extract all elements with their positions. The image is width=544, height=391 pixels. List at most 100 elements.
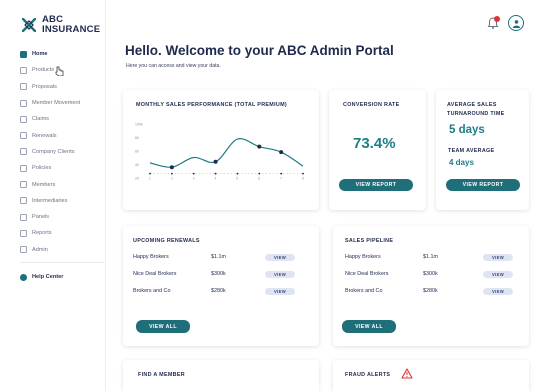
sidebar-item-label: Proposals xyxy=(32,83,57,90)
sidebar-item-label: Products xyxy=(32,67,55,74)
document-icon xyxy=(20,83,27,91)
sidebar-item-members[interactable]: Members xyxy=(20,176,104,192)
notification-dot xyxy=(494,16,500,22)
sidebar-item-label: Renewals xyxy=(32,132,57,139)
row-view-button[interactable]: VIEW xyxy=(265,271,295,278)
x-tick-label: 1 xyxy=(149,177,151,181)
home-icon xyxy=(20,50,27,58)
turnaround-view-report-button[interactable]: VIEW REPORT xyxy=(446,179,520,191)
hand-cursor-icon xyxy=(55,66,64,76)
page-title: Hello. Welcome to your ABC Admin Portal xyxy=(125,43,394,58)
row-view-button[interactable]: VIEW xyxy=(265,288,295,295)
table-row: Brokers and Co $280k VIEW xyxy=(333,286,529,298)
user-avatar-icon[interactable] xyxy=(508,15,524,31)
row-name: Brokers and Co xyxy=(133,288,171,294)
pipeline-card-title: SALES PIPELINE xyxy=(345,238,394,244)
x-tick-label: 2 xyxy=(171,177,173,181)
baseline-point xyxy=(258,172,261,175)
app-window: ABC INSURANCE Home Products Proposals Membe… xyxy=(0,0,544,391)
network-icon xyxy=(20,197,27,205)
row-name: Nice Deal Brokers xyxy=(133,271,177,277)
row-view-button[interactable]: VIEW xyxy=(483,288,513,295)
sidebar-item-panels[interactable]: Panels xyxy=(20,209,104,225)
row-view-button[interactable]: VIEW xyxy=(265,254,295,261)
turnaround-card-title-line2: TURNAROUND TIME xyxy=(447,111,505,117)
baseline-point xyxy=(214,172,217,175)
row-view-button[interactable]: VIEW xyxy=(483,271,513,278)
admin-icon xyxy=(20,246,27,254)
refresh-icon xyxy=(20,132,27,140)
row-name: Nice Deal Brokers xyxy=(345,271,389,277)
report-icon xyxy=(20,229,27,237)
sidebar-item-policies[interactable]: Policies xyxy=(20,160,104,176)
sidebar-item-label: Policies xyxy=(32,165,52,172)
x-tick-label: 4 xyxy=(215,177,217,181)
sidebar-divider xyxy=(20,261,104,263)
conversion-rate-card: CONVERSION RATE 73.4% VIEW REPORT xyxy=(329,90,426,210)
x-tick-label: 3 xyxy=(193,177,195,181)
row-name: Happy Brokers xyxy=(133,254,169,260)
data-point[interactable] xyxy=(169,165,174,170)
warning-triangle-icon xyxy=(401,368,413,379)
y-tick-label: 80 xyxy=(135,136,139,140)
sidebar-item-intermediaries[interactable]: Intermediaries xyxy=(20,193,104,209)
sidebar-item-claims[interactable]: Claims xyxy=(20,111,104,127)
baseline-point xyxy=(302,172,304,175)
sidebar-item-member-movement[interactable]: Member Movement xyxy=(20,95,104,111)
row-amount: $280k xyxy=(211,288,226,294)
find-member-card: FIND A MEMBER xyxy=(123,360,319,391)
y-tick-label: 100k xyxy=(135,123,143,127)
pipeline-view-all-button[interactable]: VIEW ALL xyxy=(342,320,396,333)
sidebar-item-renewals[interactable]: Renewals xyxy=(20,127,104,143)
data-point[interactable] xyxy=(213,159,218,164)
data-point[interactable] xyxy=(279,150,284,155)
sidebar-nav: Home Products Proposals Member Movement Clai… xyxy=(20,46,104,285)
table-row: Nice Deal Brokers $300k VIEW xyxy=(123,269,319,281)
notification-bell-icon[interactable] xyxy=(486,16,500,30)
sidebar-item-home[interactable]: Home xyxy=(20,46,104,62)
baseline-point xyxy=(280,172,283,175)
sidebar-item-reports[interactable]: Reports xyxy=(20,225,104,241)
baseline-point xyxy=(149,172,151,175)
brand-logo[interactable]: ABC INSURANCE xyxy=(22,15,100,35)
box-icon xyxy=(20,66,27,74)
page-subtitle: Here you can access and view your data. xyxy=(126,63,221,69)
y-tick-label: 40 xyxy=(135,163,139,167)
data-point[interactable] xyxy=(257,144,262,149)
claims-icon xyxy=(20,115,27,123)
turnaround-value: 5 days xyxy=(449,124,485,136)
sidebar-item-help-center[interactable]: Help Center xyxy=(20,269,104,285)
row-amount: $1.1m xyxy=(211,254,226,260)
sidebar-item-company-clients[interactable]: Company Clients xyxy=(20,144,104,160)
team-average-label: TEAM AVERAGE xyxy=(448,148,495,154)
member-icon xyxy=(20,181,27,189)
table-row: Brokers and Co $280k VIEW xyxy=(123,286,319,298)
sidebar-item-label: Company Clients xyxy=(32,148,75,155)
renewals-view-all-button[interactable]: VIEW ALL xyxy=(136,320,190,333)
sales-performance-card: MONTHLY SALES PERFORMANCE (TOTAL PREMIUM… xyxy=(123,90,319,210)
row-amount: $280k xyxy=(423,288,438,294)
table-row: Nice Deal Brokers $300k VIEW xyxy=(333,269,529,281)
fraud-alerts-title: FRAUD ALERTS xyxy=(345,372,391,378)
sidebar-item-proposals[interactable]: Proposals xyxy=(20,79,104,95)
row-view-button[interactable]: VIEW xyxy=(483,254,513,261)
row-amount: $300k xyxy=(423,271,438,277)
baseline-point xyxy=(170,172,173,175)
sidebar-item-label: Reports xyxy=(32,230,52,237)
conversion-card-title: CONVERSION RATE xyxy=(343,102,400,108)
sidebar-item-admin[interactable]: Admin xyxy=(20,242,104,258)
x-tick-label: 5 xyxy=(236,177,238,181)
team-average-value: 4 days xyxy=(449,158,474,167)
turnaround-card-title-line1: AVERAGE SALES xyxy=(447,102,497,108)
sidebar-item-label: Members xyxy=(32,181,56,188)
help-icon xyxy=(20,273,27,281)
sidebar-item-label: Intermediaries xyxy=(32,197,68,204)
brand-name-line2: INSURANCE xyxy=(42,24,101,35)
upcoming-renewals-card: UPCOMING RENEWALS Happy Brokers $1.1m VIEW… xyxy=(123,226,319,346)
fraud-alerts-card: FRAUD ALERTS xyxy=(333,360,529,391)
sales-line-chart: 100k 80 60 40 20 1 2 3 4 5 6 7 8 xyxy=(135,123,304,181)
conversion-view-report-button[interactable]: VIEW REPORT xyxy=(339,179,413,191)
baseline-point xyxy=(192,172,195,175)
sidebar-item-label: Panels xyxy=(32,214,50,221)
row-name: Brokers and Co xyxy=(345,288,383,294)
